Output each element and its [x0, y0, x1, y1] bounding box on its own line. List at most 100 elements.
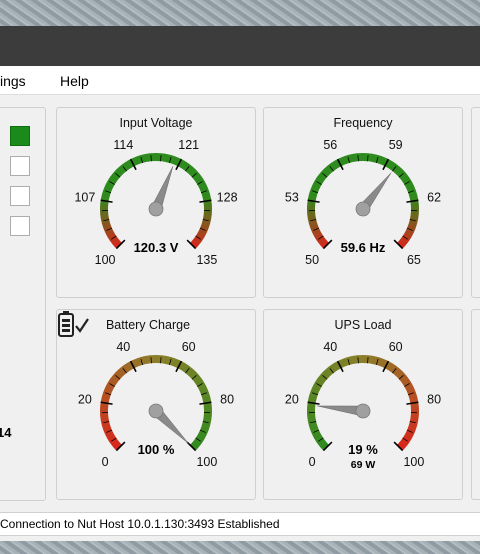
gauge-arc-segment — [192, 375, 203, 384]
gauge-arc-segment — [308, 221, 318, 229]
gauge-arc-segment — [399, 375, 410, 384]
gauge-arc-segment — [186, 166, 196, 176]
gauge-arc-segment — [197, 431, 207, 440]
tick-label: 40 — [323, 340, 337, 354]
gauge-arc-segment — [409, 194, 419, 202]
gauge-arc-segment — [399, 236, 409, 246]
menu-help[interactable]: Help — [60, 73, 89, 89]
tick-label: 56 — [323, 138, 337, 152]
gauge-arc-segment — [404, 431, 414, 440]
minor-tick — [357, 155, 359, 162]
gauge-arc-segment — [404, 383, 414, 392]
gauge-arc-segment — [179, 362, 189, 372]
gauge-arc-segment — [410, 415, 419, 422]
title-bar[interactable] — [0, 26, 480, 66]
gauge-arc-segment — [109, 236, 120, 245]
gauge-arc-segment — [116, 367, 126, 378]
gauge-arc-segment — [310, 184, 320, 193]
input-voltage-gauge: 100 107 114 121 128 135 120.3 V — [74, 138, 237, 267]
gauge-arc-segment — [202, 194, 212, 202]
gauge-arc-segment — [199, 185, 209, 193]
needle-hub — [148, 403, 164, 419]
gauge-arc-segment — [192, 438, 202, 448]
gauge-value: 19 % — [348, 442, 378, 457]
indicator-online — [10, 126, 30, 146]
gauge-arc-segment — [197, 181, 207, 190]
gauge-arc-segment — [103, 184, 113, 193]
gauge-arc-segment — [330, 160, 340, 170]
gauge-arc-segment — [316, 438, 327, 447]
gauge-panel-partial-top — [471, 107, 480, 298]
gauge-arc-segment — [197, 229, 207, 238]
gauge-arc-segment — [105, 228, 115, 237]
tick-label: 60 — [389, 340, 403, 354]
gauge-arc-segment — [408, 391, 418, 399]
gauge-arc-segment — [371, 153, 378, 163]
gauge-arc-segment — [103, 386, 113, 395]
gauge-arc-segment — [105, 382, 115, 391]
gauge-arc-segment — [343, 356, 351, 366]
tick-label: 62 — [427, 191, 441, 205]
gauge-arc-segment — [192, 173, 203, 182]
gauge-arc-segment — [393, 166, 403, 176]
gauge-arc-segment — [100, 414, 109, 421]
gauge-arc-segment — [330, 362, 340, 372]
gauge-arc-segment — [407, 423, 418, 431]
gauge-arc-segment — [202, 396, 212, 404]
gauge-arc-segment — [201, 189, 211, 197]
gauge-arc-segment — [399, 173, 410, 182]
gauge-arc-segment — [379, 358, 388, 368]
gauge-panel-battery-charge: Battery Charge 0 20 40 60 80 100 100 % — [56, 309, 256, 500]
battery-charge-gauge: 0 20 40 60 80 100 100 % — [78, 340, 234, 469]
gauge-value: 120.3 V — [134, 240, 179, 255]
menu-settings[interactable]: ings — [0, 73, 26, 89]
minor-tick — [150, 155, 152, 162]
gauge-panel-partial-bottom — [471, 309, 480, 500]
gauge-arc-segment — [316, 236, 327, 245]
gauge-arc-segment — [409, 396, 419, 404]
gauge-arc-segment — [136, 356, 144, 366]
gauge-arc-segment — [348, 153, 356, 163]
gauge-arc-segment — [192, 236, 202, 246]
gauge-arc-segment — [343, 154, 351, 164]
gauge-arc-segment — [101, 221, 111, 229]
minor-tick — [160, 155, 162, 162]
gauge-arc-segment — [379, 156, 388, 166]
left-panel-value: 14 — [0, 425, 12, 440]
gauge-arc-segment — [323, 165, 333, 176]
indicator-4 — [10, 216, 30, 236]
gauge-arc-segment — [100, 396, 110, 403]
gauge-arc-segment — [141, 153, 149, 163]
gauge-arc-segment — [386, 362, 396, 372]
gauge-arc-segment — [410, 213, 419, 220]
gauge-subvalue: 69 W — [351, 459, 376, 471]
gauge-arc-segment — [407, 221, 418, 229]
gauge-arc-segment — [371, 355, 378, 365]
needle-hub — [148, 201, 164, 217]
gauge-arc-segment — [312, 228, 322, 237]
gauge-arc-segment — [110, 172, 120, 182]
tick-label: 65 — [407, 253, 421, 267]
gauge-arc-segment — [132, 358, 140, 368]
tick-label: 107 — [74, 191, 95, 205]
gauge-arc-segment — [100, 194, 110, 201]
gauge-arc-segment — [136, 154, 144, 164]
tick-label: 60 — [182, 340, 196, 354]
gauge-arc-segment — [393, 368, 403, 378]
gauge-arc-segment — [172, 156, 181, 166]
gauge-arc-segment — [203, 213, 212, 220]
tick-label: 100 — [196, 455, 217, 469]
tick-label: 53 — [285, 191, 299, 205]
gauge-arc-segment — [406, 387, 416, 395]
gauge-arc-segment — [323, 367, 333, 378]
gauge-arc-segment — [399, 438, 409, 448]
gauge-arc-segment — [312, 430, 322, 439]
tick-label: 50 — [305, 253, 319, 267]
status-indicators-panel: 14 — [0, 107, 46, 501]
ups-load-gauge: 0 20 40 60 80 100 19 % 69 W — [285, 340, 441, 471]
gauge-arc-segment — [186, 368, 196, 378]
tick-label: 59 — [389, 138, 403, 152]
frequency-gauge: 50 53 56 59 62 65 59.6 Hz — [285, 138, 441, 267]
tick-label: 100 — [403, 455, 424, 469]
indicator-3 — [10, 186, 30, 206]
